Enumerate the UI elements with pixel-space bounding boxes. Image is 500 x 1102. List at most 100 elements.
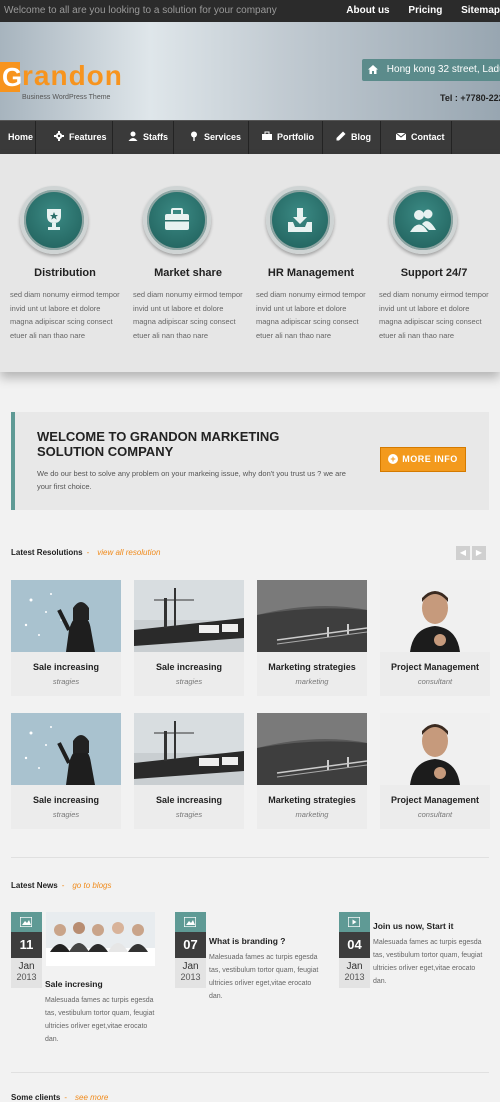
go-to-blogs-link[interactable]: go to blogs	[72, 881, 111, 890]
card-title: Marketing strategies	[268, 662, 356, 672]
image-icon	[184, 917, 196, 927]
date-year: 2013	[16, 972, 37, 982]
resolution-card[interactable]: Project Management consultant	[380, 580, 490, 696]
home-icon	[368, 64, 378, 74]
news-text: Malesuada fames ac turpis egesda tas, ve…	[209, 954, 319, 1000]
pricing-link[interactable]: Pricing	[408, 5, 442, 16]
card-subtitle: marketing	[295, 677, 329, 686]
feature-desc: sed diam nonumy eirmod tempor invid unt …	[133, 290, 243, 340]
date-badge: 11 Jan 2013	[11, 912, 42, 988]
feature-circle[interactable]	[143, 186, 211, 254]
resolution-card[interactable]: Marketing strategies marketing	[257, 713, 367, 829]
card-subtitle: stragies	[175, 677, 203, 686]
card-subtitle: consultant	[417, 677, 453, 686]
see-more-link[interactable]: see more	[75, 1093, 108, 1102]
feature-circle[interactable]	[20, 186, 88, 254]
carousel-arrows: ◀ ▶	[454, 542, 486, 560]
view-all-link[interactable]: view all resolution	[97, 548, 160, 557]
card-subtitle: consultant	[417, 810, 453, 819]
prev-arrow-icon[interactable]: ◀	[456, 546, 470, 560]
top-bar: Welcome to all are you looking to a solu…	[0, 0, 500, 22]
card-subtitle: stragies	[175, 810, 203, 819]
pin-icon	[191, 131, 197, 141]
card-image	[257, 713, 367, 785]
date-month: Jan 2013	[175, 958, 206, 988]
header: G randon Business WordPress Theme Hong k…	[0, 22, 500, 120]
about-link[interactable]: About us	[346, 5, 389, 16]
date-year: 2013	[180, 972, 201, 982]
gear-icon	[54, 131, 64, 141]
card-title: Project Management	[390, 662, 480, 672]
envelope-icon	[396, 132, 406, 140]
news-title[interactable]: What is branding ?	[209, 936, 286, 946]
date-tab	[11, 912, 42, 932]
more-info-button[interactable]: + MORE INFO	[380, 447, 466, 472]
nav-home[interactable]: Home	[0, 121, 36, 154]
resolution-card[interactable]: Sale increasing stragies	[11, 580, 121, 696]
nav-portfolio-label: Portfolio	[277, 132, 314, 142]
nav-features[interactable]: Features	[37, 121, 113, 154]
feature-circle[interactable]	[389, 186, 457, 254]
logo-text[interactable]: randon	[22, 60, 123, 92]
card-title: Marketing strategies	[268, 795, 356, 805]
resolution-card[interactable]: Sale increasing stragies	[11, 713, 121, 829]
nav-contact[interactable]: Contact	[382, 121, 452, 154]
date-month-label: Jan	[18, 961, 35, 972]
card-image	[134, 580, 244, 652]
date-badge: 04 Jan 2013	[339, 912, 370, 988]
nav-services[interactable]: Services	[175, 121, 249, 154]
welcome-heading: WELCOME TO GRANDON MARKETING SOLUTION CO…	[37, 429, 280, 459]
news-header: Latest News - go to blogs	[11, 881, 112, 890]
date-month-label: Jan	[182, 961, 199, 972]
nav-staffs[interactable]: Staffs	[114, 121, 174, 154]
card-image	[134, 713, 244, 785]
clients-header: Some clients - see more	[11, 1093, 108, 1102]
date-month: Jan 2013	[11, 958, 42, 988]
news-title[interactable]: Sale incresing	[45, 979, 103, 989]
play-icon	[348, 917, 360, 927]
address-text: Hong kong 32 street, Ladue	[386, 64, 500, 75]
date-day: 04	[339, 932, 370, 958]
person-icon	[128, 131, 138, 141]
welcome-text: We do our best to solve any problem on y…	[37, 469, 346, 491]
clients-title: Some clients	[11, 1093, 61, 1102]
card-image	[380, 580, 490, 652]
date-tab	[339, 912, 370, 932]
image-icon	[20, 917, 32, 927]
card-title: Project Management	[390, 795, 480, 805]
news-photo[interactable]	[46, 912, 155, 966]
briefcase-icon	[262, 131, 272, 140]
nav-features-label: Features	[69, 132, 107, 142]
card-title: Sale increasing	[32, 795, 100, 805]
news-title[interactable]: Join us now, Start it	[373, 921, 453, 931]
resolution-card[interactable]: Sale increasing stragies	[134, 713, 244, 829]
nav-home-label: Home	[8, 132, 34, 142]
section-divider	[11, 857, 489, 858]
resolution-card[interactable]: Sale increasing stragies	[134, 580, 244, 696]
resolution-card[interactable]: Marketing strategies marketing	[257, 580, 367, 696]
nav-blog[interactable]: Blog	[324, 121, 381, 154]
download-tray-icon	[288, 208, 312, 232]
card-image	[380, 713, 490, 785]
nav-portfolio[interactable]: Portfolio	[250, 121, 323, 154]
news-text: Malesuada fames ac turpis egesda tas, ve…	[45, 997, 155, 1043]
date-day: 07	[175, 932, 206, 958]
resolution-card[interactable]: Project Management consultant	[380, 713, 490, 829]
card-image	[11, 580, 121, 652]
card-subtitle: marketing	[295, 810, 329, 819]
feature-title: Support 24/7	[400, 267, 468, 279]
top-links: About us Pricing Sitemap	[330, 5, 500, 16]
card-title: Sale increasing	[155, 662, 223, 672]
date-day: 11	[11, 932, 42, 958]
next-arrow-icon[interactable]: ▶	[472, 546, 486, 560]
feature-title: HR Management	[267, 267, 355, 279]
feature-circle[interactable]	[266, 186, 334, 254]
card-title: Sale increasing	[155, 795, 223, 805]
logo-mark[interactable]: G	[0, 62, 22, 92]
sitemap-link[interactable]: Sitemap	[461, 5, 500, 16]
nav-services-label: Services	[204, 132, 242, 142]
section-divider	[11, 1072, 489, 1073]
main-nav: Home Features Staffs Services Portfolio …	[0, 120, 500, 154]
pencil-icon	[336, 131, 346, 141]
resolutions-header: Latest Resolutions - view all resolution	[11, 548, 160, 557]
